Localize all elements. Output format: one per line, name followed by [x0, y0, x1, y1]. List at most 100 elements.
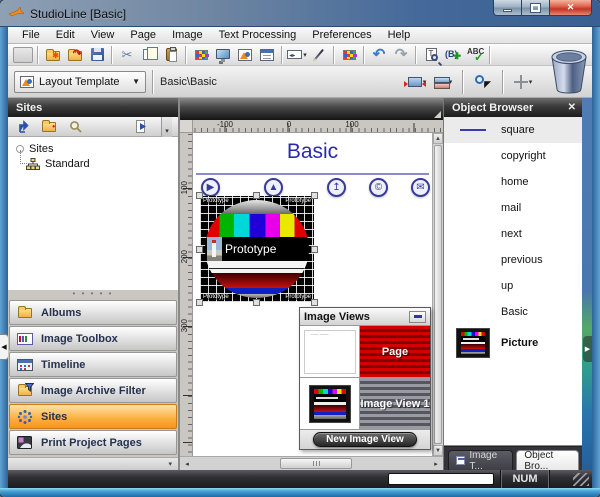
scroll-down-icon[interactable]: ▼	[433, 445, 443, 456]
close-button[interactable]: ✕	[550, 0, 592, 16]
minimize-button[interactable]	[493, 0, 522, 16]
selection-handle[interactable]	[253, 299, 260, 306]
menu-preferences[interactable]: Preferences	[304, 28, 379, 42]
sidebar-item-image-archive-filter[interactable]: Image Archive Filter	[9, 378, 177, 403]
tree-item-sites[interactable]: Sites	[16, 141, 178, 156]
recycle-bin[interactable]	[546, 45, 592, 97]
menu-file[interactable]: File	[14, 28, 48, 42]
align-objects-button[interactable]: ▾	[404, 70, 430, 94]
text-field-button[interactable]: ▾	[286, 45, 308, 65]
zoom-button[interactable]: ◤	[470, 70, 496, 94]
title-bar[interactable]: StudioLine [Basic] ✕	[0, 0, 600, 27]
canvas-horizontal-scrollbar[interactable]: ◂ ▸	[180, 456, 443, 470]
object-browser-header[interactable]: Object Browser ✕	[444, 98, 582, 117]
object-item-basic[interactable]: Basic	[444, 299, 582, 325]
next-icon[interactable]: ▶	[201, 178, 220, 197]
sidebar-overflow-dropdown[interactable]: ▾	[8, 457, 178, 470]
object-item-picture[interactable]: Picture	[444, 325, 582, 361]
distribute-objects-button[interactable]: ▾	[430, 70, 456, 94]
menu-page[interactable]: Page	[122, 28, 164, 42]
selection-handle[interactable]	[311, 299, 318, 306]
paste-button[interactable]	[160, 45, 182, 65]
menu-edit[interactable]: Edit	[48, 28, 83, 42]
canvas-vertical-scrollbar[interactable]: ▲ ▼	[432, 133, 443, 456]
selection-handle[interactable]	[311, 192, 318, 199]
selection-handle[interactable]	[196, 192, 203, 199]
close-panel-icon[interactable]: ✕	[568, 102, 576, 113]
menu-help[interactable]: Help	[380, 28, 419, 42]
color-grid-button[interactable]	[338, 45, 360, 65]
menu-text-processing[interactable]: Text Processing	[211, 28, 305, 42]
tab-image-toolbox[interactable]: Image T...	[448, 450, 513, 470]
undo-button[interactable]: ↶	[368, 45, 390, 65]
splitter-dots[interactable]: • • • • •	[8, 290, 178, 299]
text-preview-button[interactable]: T	[420, 45, 442, 65]
prototype-image-object[interactable]: Prototype Prototype Prototype Prototype …	[200, 196, 314, 302]
form-window-button[interactable]	[256, 45, 278, 65]
collapse-right-panel-handle[interactable]: ▶	[583, 336, 592, 362]
find-image-button[interactable]: (B)✚	[442, 45, 464, 65]
layout-objects-button[interactable]	[234, 45, 256, 65]
object-item-copyright[interactable]: copyright	[444, 143, 582, 169]
image-view-row-1[interactable]: Image View 1	[300, 378, 430, 430]
image-view-row-page[interactable]: Page	[300, 326, 430, 378]
cut-button[interactable]: ✂	[116, 45, 138, 65]
object-item-next[interactable]: next	[444, 221, 582, 247]
copy-button[interactable]	[138, 45, 160, 65]
up-icon[interactable]: ▲	[264, 178, 283, 197]
scroll-left-icon[interactable]: ◂	[180, 458, 194, 470]
scroll-up-icon[interactable]: ▲	[433, 133, 443, 144]
pen-button[interactable]	[308, 45, 330, 65]
home-icon[interactable]: ↥	[327, 178, 346, 197]
monitor-preview-button[interactable]	[212, 45, 234, 65]
menu-image[interactable]: Image	[164, 28, 211, 42]
spell-check-button[interactable]: ABC✓	[464, 45, 486, 65]
sidebar-item-image-toolbox[interactable]: Image Toolbox	[9, 326, 177, 351]
search-icon	[69, 120, 82, 133]
redo-button[interactable]: ↷	[390, 45, 412, 65]
scroll-right-icon[interactable]: ▸	[429, 458, 443, 470]
object-item-square[interactable]: square	[444, 117, 582, 143]
tree-item-standard[interactable]: Standard	[16, 156, 178, 171]
tab-object-browser[interactable]: Object Bro...	[516, 450, 579, 470]
object-item-previous[interactable]: previous	[444, 247, 582, 273]
sidebar-item-albums[interactable]: Albums	[9, 300, 177, 325]
image-archive-button[interactable]	[190, 45, 212, 65]
menu-view[interactable]: View	[83, 28, 123, 42]
selection-handle[interactable]	[196, 299, 203, 306]
search-button[interactable]	[66, 119, 84, 135]
new-page-button[interactable]: ✱	[42, 45, 64, 65]
open-button[interactable]: ↷	[64, 45, 86, 65]
sidebar-item-print-project-pages[interactable]: Print Project Pages	[9, 430, 177, 455]
pan-button[interactable]: ▾	[510, 70, 536, 94]
maximize-button[interactable]	[522, 0, 550, 16]
current-path[interactable]: Basic\Basic	[160, 76, 217, 88]
vertical-scroll-thumb[interactable]	[434, 145, 442, 444]
resize-grip[interactable]	[573, 473, 589, 486]
new-image-view-button[interactable]: New Image View	[313, 432, 417, 447]
export-site-button[interactable]	[133, 119, 151, 135]
sidebar-item-timeline[interactable]: Timeline	[9, 352, 177, 377]
object-item-home[interactable]: home	[444, 169, 582, 195]
object-item-mail[interactable]: mail	[444, 195, 582, 221]
selection-handle[interactable]	[253, 192, 260, 199]
palette-minimize-button[interactable]	[409, 311, 426, 323]
selection-handle[interactable]	[196, 246, 203, 253]
sidebar-item-sites[interactable]: Sites	[9, 404, 177, 429]
horizontal-rule-object[interactable]	[196, 173, 429, 175]
sites-panel-header[interactable]: Sites	[8, 98, 178, 117]
copyright-icon[interactable]: ©	[369, 178, 388, 197]
mail-icon[interactable]: ✉	[411, 178, 430, 197]
horizontal-scroll-thumb[interactable]	[280, 458, 352, 469]
new-folder-button[interactable]: •	[40, 119, 58, 135]
blank-button[interactable]	[12, 45, 34, 65]
save-button[interactable]	[86, 45, 108, 65]
panel-options-dropdown[interactable]: ▾	[161, 117, 172, 137]
up-level-button[interactable]	[14, 119, 32, 135]
object-item-up[interactable]: up	[444, 273, 582, 299]
selection-handle[interactable]	[311, 246, 318, 253]
image-views-header[interactable]: Image Views	[300, 308, 430, 326]
page-title[interactable]: Basic	[193, 140, 432, 164]
layout-template-combo[interactable]: Layout Template ▼	[14, 71, 146, 93]
canvas-top-dragbar[interactable]	[180, 98, 443, 120]
